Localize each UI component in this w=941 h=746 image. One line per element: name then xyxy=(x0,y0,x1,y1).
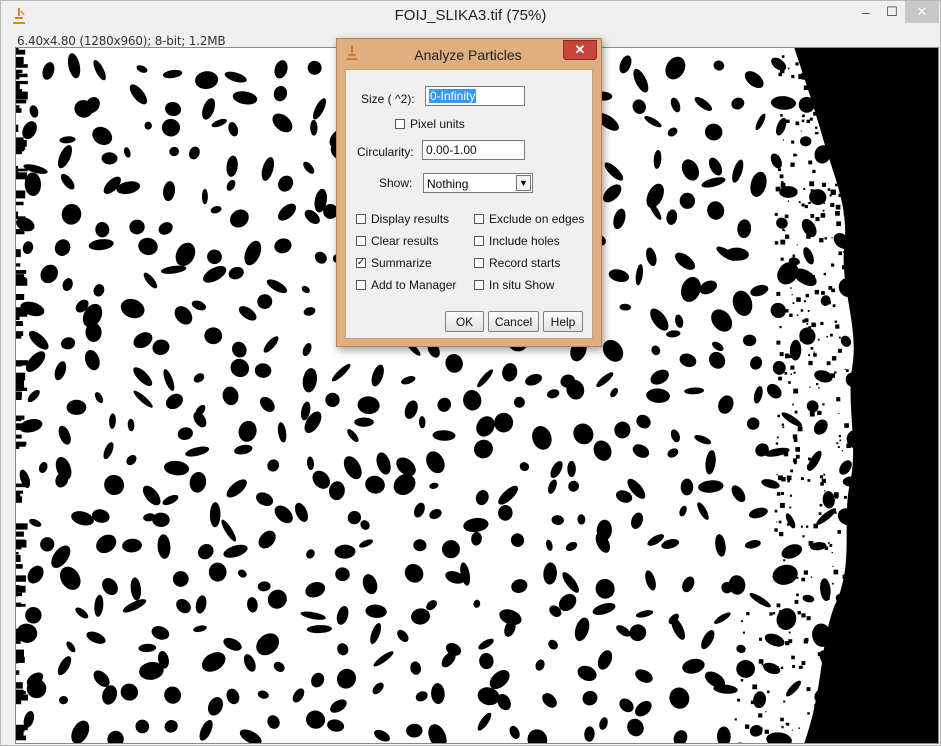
add-to-manager-label: Add to Manager xyxy=(371,278,457,292)
include-holes-label: Include holes xyxy=(489,234,560,248)
size-input[interactable]: 0-Infinity xyxy=(425,86,525,106)
minimize-button[interactable]: – xyxy=(853,1,879,23)
maximize-icon: ☐ xyxy=(886,4,898,19)
size-value: 0-Infinity xyxy=(429,89,477,103)
analyze-particles-dialog: Analyze Particles ✕ Size ( ^2): 0-Infini… xyxy=(336,38,602,347)
add-to-manager-checkbox[interactable]: Add to Manager xyxy=(356,278,456,292)
record-starts-label: Record starts xyxy=(489,256,561,270)
in-situ-show-label: In situ Show xyxy=(489,278,555,292)
chevron-down-icon[interactable]: ▼ xyxy=(516,175,531,191)
circularity-input[interactable]: 0.00-1.00 xyxy=(422,140,525,160)
dialog-close-button[interactable]: ✕ xyxy=(563,40,597,60)
check-icon: ✓ xyxy=(356,257,366,268)
close-button[interactable]: ✕ xyxy=(905,1,939,23)
maximize-button[interactable]: ☐ xyxy=(879,1,905,23)
pixel-units-checkbox[interactable]: Pixel units xyxy=(395,117,465,131)
display-results-label: Display results xyxy=(371,212,450,226)
exclude-on-edges-checkbox[interactable]: Exclude on edges xyxy=(474,212,584,226)
exclude-on-edges-label: Exclude on edges xyxy=(489,212,585,226)
checkbox-box xyxy=(356,214,366,224)
checkbox-box xyxy=(356,280,366,290)
checkbox-box xyxy=(356,236,366,246)
circularity-label: Circularity: xyxy=(357,145,414,159)
minimize-icon: – xyxy=(862,4,870,20)
dialog-title: Analyze Particles xyxy=(414,47,522,63)
include-holes-checkbox[interactable]: Include holes xyxy=(474,234,560,248)
display-results-checkbox[interactable]: Display results xyxy=(356,212,449,226)
image-info: 6.40x4.80 (1280x960); 8-bit; 1.2MB xyxy=(17,34,226,48)
show-select[interactable]: Nothing ▼ xyxy=(423,173,533,193)
ok-button[interactable]: OK xyxy=(445,311,484,332)
help-button[interactable]: Help xyxy=(543,311,583,332)
summarize-label: Summarize xyxy=(371,256,432,270)
close-icon: ✕ xyxy=(916,4,928,19)
summarize-checkbox[interactable]: ✓ Summarize xyxy=(356,256,432,270)
checkbox-box xyxy=(395,119,405,129)
clear-results-label: Clear results xyxy=(371,234,439,248)
clear-results-checkbox[interactable]: Clear results xyxy=(356,234,438,248)
dialog-body: Size ( ^2): 0-Infinity Pixel units Circu… xyxy=(345,69,593,339)
close-icon: ✕ xyxy=(574,42,586,57)
checkbox-box xyxy=(474,214,484,224)
cancel-button[interactable]: Cancel xyxy=(488,311,539,332)
record-starts-checkbox[interactable]: Record starts xyxy=(474,256,560,270)
checkbox-box xyxy=(474,258,484,268)
window-title: FOIJ_SLIKA3.tif (75%) xyxy=(394,7,547,24)
title-bar[interactable]: FOIJ_SLIKA3.tif (75%) – ☐ ✕ xyxy=(1,1,940,31)
show-value: Nothing xyxy=(427,177,469,191)
size-label: Size ( ^2): xyxy=(361,92,415,106)
checkbox-box xyxy=(474,236,484,246)
pixel-units-label: Pixel units xyxy=(410,117,465,131)
checkbox-box xyxy=(474,280,484,290)
in-situ-show-checkbox[interactable]: In situ Show xyxy=(474,278,554,292)
show-label: Show: xyxy=(379,176,413,190)
